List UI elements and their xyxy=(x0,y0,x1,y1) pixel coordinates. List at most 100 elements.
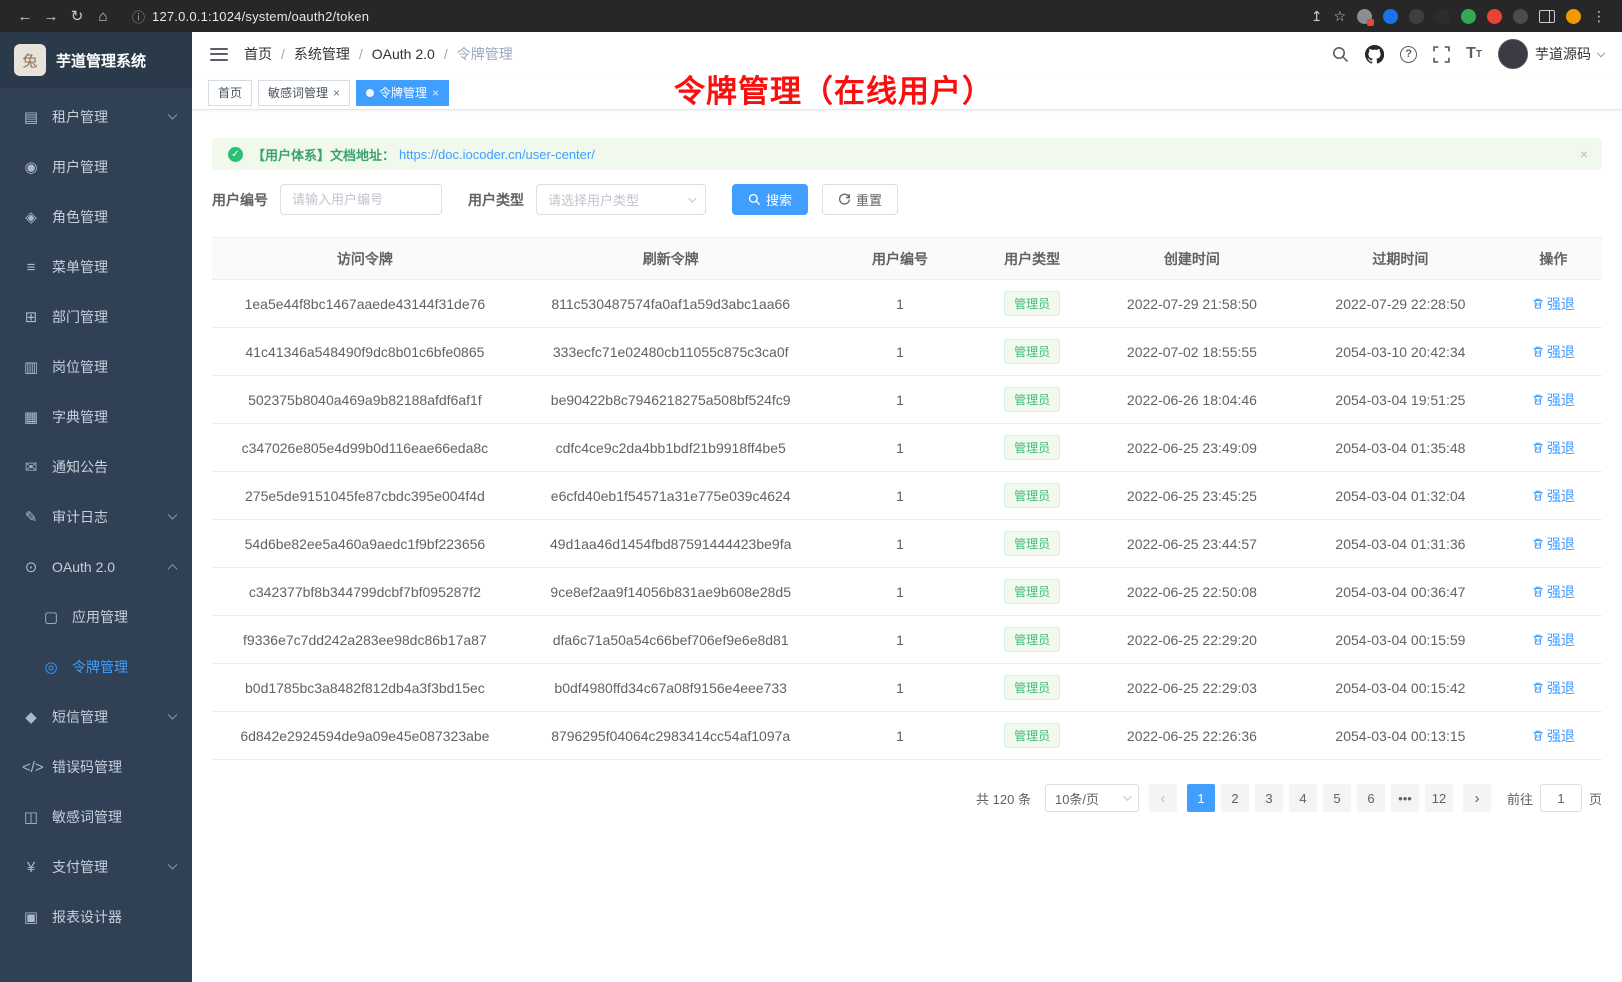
github-icon[interactable] xyxy=(1365,45,1384,64)
force-logout-button[interactable]: 强退 xyxy=(1532,534,1575,554)
help-icon[interactable]: ? xyxy=(1400,46,1417,63)
reload-icon[interactable]: ↻ xyxy=(64,7,90,25)
force-logout-button[interactable]: 强退 xyxy=(1532,390,1575,410)
page-size-select[interactable]: 10条/页 xyxy=(1045,784,1139,812)
font-size-icon[interactable]: TT xyxy=(1466,45,1482,63)
split-view-icon[interactable] xyxy=(1539,10,1555,23)
force-logout-button[interactable]: 强退 xyxy=(1532,630,1575,650)
extension-icon-dark3[interactable] xyxy=(1513,9,1528,24)
page-number-button[interactable]: 4 xyxy=(1289,784,1317,812)
doc-link[interactable]: https://doc.iocoder.cn/user-center/ xyxy=(399,147,595,162)
force-logout-button[interactable]: 强退 xyxy=(1532,438,1575,458)
sidebar-item-label: 岗位管理 xyxy=(52,357,176,377)
page-number-button[interactable]: 2 xyxy=(1221,784,1249,812)
app-logo[interactable]: 兔 芋道管理系统 xyxy=(0,32,192,88)
address-bar[interactable]: ⓘ 127.0.0.1:1024/system/oauth2/token xyxy=(132,7,1311,26)
sidebar-menu-item[interactable]: ◉ 用户管理 xyxy=(0,142,192,192)
forward-icon[interactable]: → xyxy=(38,8,64,25)
extensions-puzzle-icon[interactable] xyxy=(1487,9,1502,24)
collapse-sidebar-icon[interactable] xyxy=(210,48,228,61)
tab-item[interactable]: 首页 xyxy=(208,80,252,106)
table-body: 1ea5e44f8bc1467aaede43144f31de76 811c530… xyxy=(212,280,1602,760)
force-logout-label: 强退 xyxy=(1547,582,1575,602)
user-id-cell: 1 xyxy=(824,280,977,328)
page-ellipsis-icon[interactable]: ••• xyxy=(1391,784,1419,812)
user-type-badge: 管理员 xyxy=(1004,291,1060,316)
navbar-actions: ? TT 芋道源码 xyxy=(1332,39,1604,69)
page-number-button[interactable]: 3 xyxy=(1255,784,1283,812)
force-logout-button[interactable]: 强退 xyxy=(1532,678,1575,698)
extension-icon-blue[interactable] xyxy=(1383,9,1398,24)
tab-close-icon[interactable]: × xyxy=(333,87,340,99)
reset-button[interactable]: 重置 xyxy=(822,184,898,215)
site-info-icon[interactable]: ⓘ xyxy=(132,7,145,26)
search-button[interactable]: 搜索 xyxy=(732,184,808,215)
expire-time-cell: 2054-03-04 01:35:48 xyxy=(1296,424,1505,472)
user-type-badge: 管理员 xyxy=(1004,435,1060,460)
page-number-button[interactable]: 12 xyxy=(1425,784,1453,812)
bookmark-star-icon[interactable]: ☆ xyxy=(1333,8,1346,25)
extension-icon-dark[interactable] xyxy=(1409,9,1424,24)
search-icon[interactable] xyxy=(1332,46,1349,63)
force-logout-button[interactable]: 强退 xyxy=(1532,726,1575,746)
user-id-input[interactable] xyxy=(280,184,442,215)
force-logout-button[interactable]: 强退 xyxy=(1532,486,1575,506)
page-number-button[interactable]: 6 xyxy=(1357,784,1385,812)
home-icon[interactable]: ⌂ xyxy=(90,8,116,25)
goto-suffix: 页 xyxy=(1589,789,1602,808)
sidebar-menu-item[interactable]: ✎ 审计日志 xyxy=(0,492,192,542)
sidebar-menu-item[interactable]: ▦ 字典管理 xyxy=(0,392,192,442)
user-type-select[interactable]: 请选择用户类型 xyxy=(536,184,706,215)
sidebar-menu-item[interactable]: </> 错误码管理 xyxy=(0,742,192,792)
sidebar-menu-item[interactable]: ⊙ OAuth 2.0 xyxy=(0,542,192,592)
user-dropdown[interactable]: 芋道源码 xyxy=(1498,39,1604,69)
force-logout-label: 强退 xyxy=(1547,678,1575,698)
tab-item[interactable]: 令牌管理 × xyxy=(356,80,449,106)
sidebar-menu-item[interactable]: ✉ 通知公告 xyxy=(0,442,192,492)
breadcrumb-item[interactable]: 系统管理 xyxy=(294,44,350,64)
refresh-token-cell: e6cfd40eb1f54571a31e775e039c4624 xyxy=(518,472,824,520)
browser-menu-icon[interactable]: ⋮ xyxy=(1592,8,1606,25)
sidebar-item-label: 审计日志 xyxy=(52,507,169,527)
back-icon[interactable]: ← xyxy=(12,8,38,25)
sidebar-menu-item[interactable]: ▥ 岗位管理 xyxy=(0,342,192,392)
sidebar-menu-item[interactable]: ≡ 菜单管理 xyxy=(0,242,192,292)
chevron-down-icon xyxy=(1597,49,1605,57)
table-row: 1ea5e44f8bc1467aaede43144f31de76 811c530… xyxy=(212,280,1602,328)
next-page-button[interactable]: › xyxy=(1463,784,1491,812)
breadcrumb-item[interactable]: 首页 xyxy=(244,44,272,64)
tab-item[interactable]: 敏感词管理 × xyxy=(258,80,350,106)
tab-close-icon[interactable]: × xyxy=(432,87,439,99)
action-cell: 强退 xyxy=(1505,568,1602,616)
sidebar-menu-item[interactable]: ▤ 租户管理 xyxy=(0,92,192,142)
fullscreen-icon[interactable] xyxy=(1433,46,1450,63)
sidebar-menu-item[interactable]: ⊞ 部门管理 xyxy=(0,292,192,342)
goto-page-input[interactable] xyxy=(1540,784,1582,812)
sidebar-menu-item[interactable]: ◆ 短信管理 xyxy=(0,692,192,742)
token-management-icon: ◎ xyxy=(42,658,60,676)
force-logout-button[interactable]: 强退 xyxy=(1532,582,1575,602)
sidebar-menu-item[interactable]: ▢ 应用管理 xyxy=(0,592,192,642)
sidebar-menu-item[interactable]: ◫ 敏感词管理 xyxy=(0,792,192,842)
extension-icon-badged[interactable] xyxy=(1357,9,1372,24)
page-number-button[interactable]: 5 xyxy=(1323,784,1351,812)
sidebar-menu-item[interactable]: ¥ 支付管理 xyxy=(0,842,192,892)
extension-icon-dark2[interactable] xyxy=(1435,9,1450,24)
share-icon[interactable]: ↥ xyxy=(1311,8,1323,25)
browser-profile-avatar[interactable] xyxy=(1566,9,1581,24)
prev-page-button[interactable]: ‹ xyxy=(1149,784,1177,812)
breadcrumb-item[interactable]: OAuth 2.0 xyxy=(372,46,435,62)
force-logout-button[interactable]: 强退 xyxy=(1532,294,1575,314)
sidebar-menu-item[interactable]: ◎ 令牌管理 xyxy=(0,642,192,692)
extension-icon-green[interactable] xyxy=(1461,9,1476,24)
force-logout-button[interactable]: 强退 xyxy=(1532,342,1575,362)
table-row: 41c41346a548490f9dc8b01c6bfe0865 333ecfc… xyxy=(212,328,1602,376)
chevron-icon xyxy=(168,509,178,519)
breadcrumb-item[interactable]: 令牌管理 xyxy=(457,44,513,64)
sidebar-menu-item[interactable]: ◈ 角色管理 xyxy=(0,192,192,242)
page-number-button[interactable]: 1 xyxy=(1187,784,1215,812)
sidebar-menu-item[interactable]: ▣ 报表设计器 xyxy=(0,892,192,942)
expire-time-cell: 2054-03-10 20:42:34 xyxy=(1296,328,1505,376)
alert-close-icon[interactable]: × xyxy=(1580,146,1588,162)
delete-icon xyxy=(1532,297,1544,310)
